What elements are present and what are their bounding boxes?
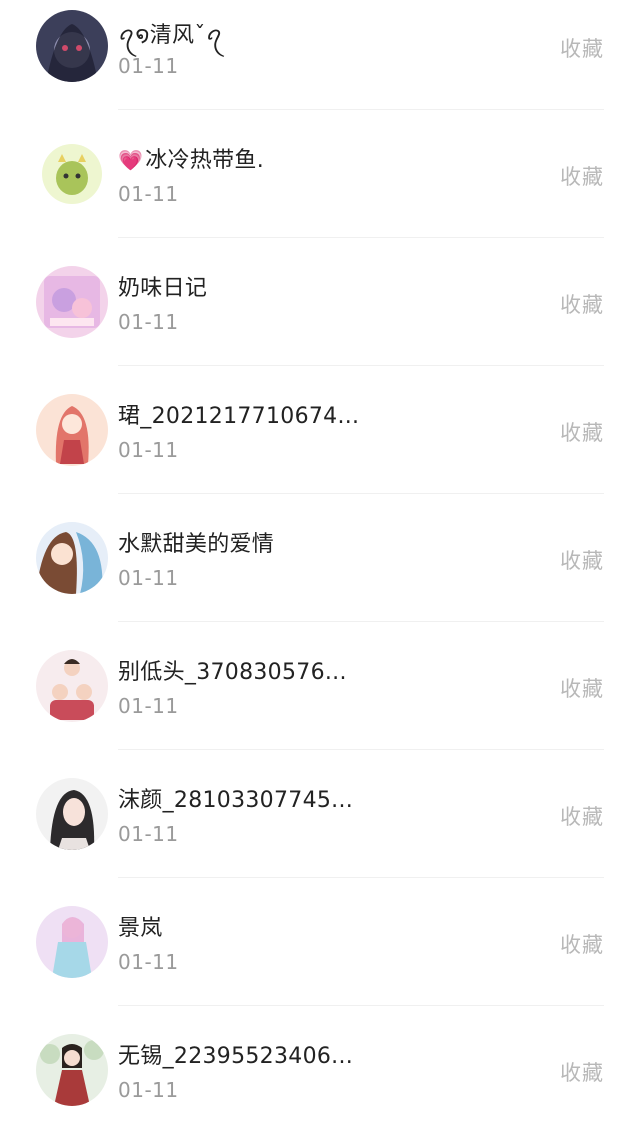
- list-item[interactable]: ꪖ໑清风ˇꪖ 01-11 收藏: [0, 0, 640, 110]
- favorite-button[interactable]: 收藏: [560, 289, 604, 319]
- list-item[interactable]: 奶味日记 01-11 收藏: [0, 238, 640, 366]
- user-name[interactable]: 无锡_22395523406...: [118, 1038, 353, 1070]
- list-item[interactable]: 💗冰冷热带鱼. 01-11 收藏: [0, 110, 640, 238]
- list-item[interactable]: 别低头_370830576... 01-11 收藏: [0, 622, 640, 750]
- date-label: 01-11: [118, 950, 179, 974]
- user-name[interactable]: 珺_2021217710674...: [118, 398, 359, 430]
- favorite-button[interactable]: 收藏: [560, 801, 604, 831]
- list-item[interactable]: 水默甜美的爱情 01-11 收藏: [0, 494, 640, 622]
- date-label: 01-11: [118, 694, 179, 718]
- list-item[interactable]: 无锡_22395523406... 01-11 收藏: [0, 1006, 640, 1134]
- avatar[interactable]: [36, 394, 108, 466]
- avatar[interactable]: [36, 522, 108, 594]
- favorite-button[interactable]: 收藏: [560, 33, 604, 63]
- user-name[interactable]: 景岚: [118, 910, 163, 942]
- date-label: 01-11: [118, 54, 179, 78]
- avatar[interactable]: [36, 650, 108, 722]
- date-label: 01-11: [118, 310, 179, 334]
- favorite-button[interactable]: 收藏: [560, 1057, 604, 1087]
- favorite-button[interactable]: 收藏: [560, 161, 604, 191]
- avatar[interactable]: [36, 778, 108, 850]
- favorite-button[interactable]: 收藏: [560, 545, 604, 575]
- date-label: 01-11: [118, 182, 179, 206]
- date-label: 01-11: [118, 822, 179, 846]
- date-label: 01-11: [118, 438, 179, 462]
- avatar[interactable]: [36, 266, 108, 338]
- follower-list: ꪖ໑清风ˇꪖ 01-11 收藏 💗冰冷热带鱼. 01-11 收藏 奶味日记 01…: [0, 0, 640, 1134]
- list-item[interactable]: 珺_2021217710674... 01-11 收藏: [0, 366, 640, 494]
- user-name[interactable]: 别低头_370830576...: [118, 654, 347, 686]
- list-item[interactable]: 沫颜_28103307745... 01-11 收藏: [0, 750, 640, 878]
- list-item[interactable]: 景岚 01-11 收藏: [0, 878, 640, 1006]
- favorite-button[interactable]: 收藏: [560, 929, 604, 959]
- user-name[interactable]: 奶味日记: [118, 270, 207, 302]
- date-label: 01-11: [118, 566, 179, 590]
- favorite-button[interactable]: 收藏: [560, 673, 604, 703]
- user-name[interactable]: 沫颜_28103307745...: [118, 782, 353, 814]
- user-name[interactable]: 水默甜美的爱情: [118, 526, 274, 558]
- avatar[interactable]: [36, 1034, 108, 1106]
- avatar[interactable]: [36, 10, 108, 82]
- favorite-button[interactable]: 收藏: [560, 417, 604, 447]
- user-name[interactable]: 💗冰冷热带鱼.: [118, 142, 264, 174]
- avatar[interactable]: [36, 906, 108, 978]
- heart-icon: 💗: [118, 148, 144, 172]
- date-label: 01-11: [118, 1078, 179, 1102]
- avatar[interactable]: [36, 138, 108, 210]
